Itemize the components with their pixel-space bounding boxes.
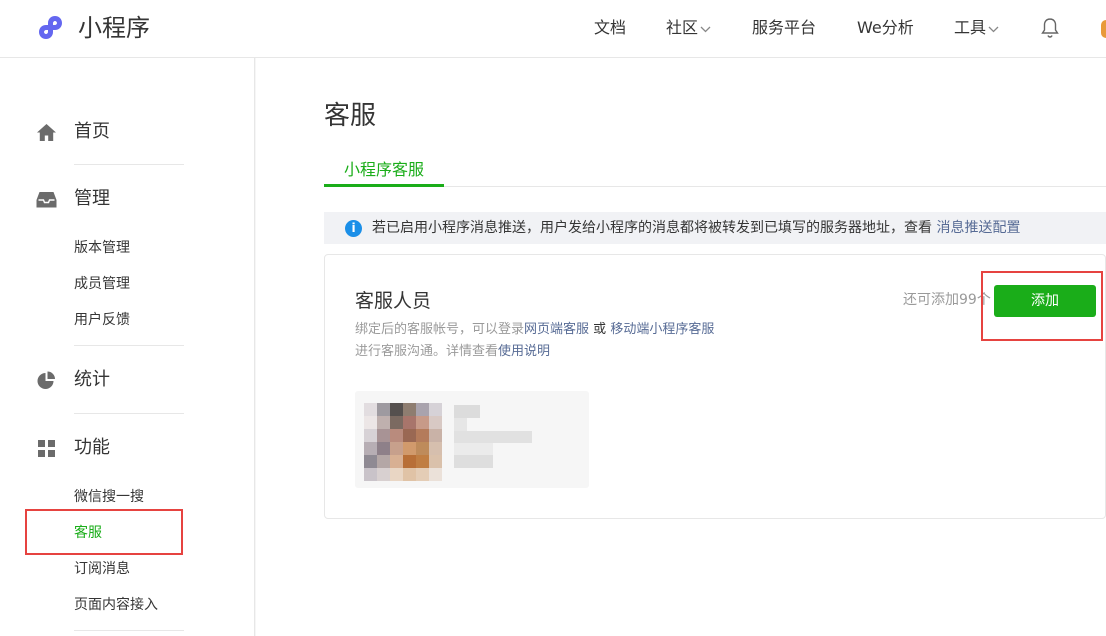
sidebar-item-label: 功能 bbox=[74, 437, 110, 458]
bell-icon[interactable] bbox=[1040, 17, 1060, 39]
logo-icon[interactable] bbox=[36, 12, 70, 44]
brand-name[interactable]: 小程序 bbox=[78, 12, 150, 44]
divider bbox=[74, 164, 184, 165]
sidebar-item-user-feedback[interactable]: 用户反馈 bbox=[74, 311, 130, 329]
sidebar: 首页 管理 版本管理 成员管理 用户反馈 统计 功能 微信搜一搜 客服 订阅消息… bbox=[0, 58, 255, 636]
desc-text: 进行客服沟通。详情查看 bbox=[355, 344, 499, 359]
card-description: 绑定后的客服帐号，可以登录网页端客服 或 移动端小程序客服 进行客服沟通。详情查… bbox=[355, 319, 714, 363]
main-content: 客服 小程序客服 i 若已启用小程序消息推送，用户发给小程序的消息都将被转发到已… bbox=[256, 58, 1106, 636]
divider bbox=[74, 630, 184, 631]
sidebar-item-page-content[interactable]: 页面内容接入 bbox=[74, 596, 158, 614]
sidebar-item-member-manage[interactable]: 成员管理 bbox=[74, 275, 130, 293]
home-icon bbox=[37, 124, 56, 141]
nav-tools-label: 工具 bbox=[954, 18, 987, 37]
desc-or: 或 bbox=[593, 322, 607, 337]
web-service-link[interactable]: 网页端客服 bbox=[524, 322, 589, 337]
sidebar-item-wechat-search[interactable]: 微信搜一搜 bbox=[74, 488, 144, 506]
page-title: 客服 bbox=[324, 101, 377, 131]
desc-line-2: 进行客服沟通。详情查看使用说明 bbox=[355, 341, 714, 363]
desc-text: 绑定后的客服帐号，可以登录 bbox=[355, 322, 525, 337]
notice-text: 若已启用小程序消息推送，用户发给小程序的消息都将被转发到已填写的服务器地址，查看… bbox=[372, 212, 1020, 244]
message-push-config-link[interactable]: 消息推送配置 bbox=[936, 220, 1020, 236]
sidebar-item-version-manage[interactable]: 版本管理 bbox=[74, 239, 130, 257]
info-icon: i bbox=[345, 220, 362, 237]
tab-mini-program-service[interactable]: 小程序客服 bbox=[324, 159, 444, 187]
quota-text: 还可添加99个 bbox=[903, 292, 991, 308]
nav-service-platform[interactable]: 服务平台 bbox=[752, 18, 816, 38]
inbox-icon bbox=[36, 192, 57, 208]
mobile-service-link[interactable]: 移动端小程序客服 bbox=[610, 322, 714, 337]
notice-banner: i 若已启用小程序消息推送，用户发给小程序的消息都将被转发到已填写的服务器地址，… bbox=[324, 212, 1106, 244]
customer-service-card: 客服人员 绑定后的客服帐号，可以登录网页端客服 或 移动端小程序客服 进行客服沟… bbox=[324, 254, 1106, 519]
top-bar: 小程序 文档 社区 服务平台 We分析 工具 bbox=[0, 0, 1106, 58]
highlight-box bbox=[25, 509, 183, 555]
member-item[interactable] bbox=[355, 391, 589, 488]
pie-chart-icon bbox=[37, 371, 55, 389]
usage-guide-link[interactable]: 使用说明 bbox=[498, 344, 550, 359]
grid-icon bbox=[38, 440, 55, 457]
sidebar-item-label: 管理 bbox=[74, 188, 110, 209]
card-title: 客服人员 bbox=[355, 290, 432, 312]
notice-message: 若已启用小程序消息推送，用户发给小程序的消息都将被转发到已填写的服务器地址，查看 bbox=[372, 220, 932, 236]
divider bbox=[74, 413, 184, 414]
avatar[interactable] bbox=[1101, 20, 1106, 38]
nav-we-analysis[interactable]: We分析 bbox=[857, 18, 914, 38]
sidebar-item-label: 首页 bbox=[74, 121, 110, 142]
nav-community[interactable]: 社区 bbox=[666, 18, 711, 38]
sidebar-item-subscribe-message[interactable]: 订阅消息 bbox=[74, 560, 130, 578]
divider bbox=[74, 345, 184, 346]
desc-line-1: 绑定后的客服帐号，可以登录网页端客服 或 移动端小程序客服 bbox=[355, 319, 714, 341]
add-button[interactable]: 添加 bbox=[994, 285, 1096, 317]
nav-tools[interactable]: 工具 bbox=[954, 18, 999, 38]
chevron-down-icon bbox=[700, 26, 711, 32]
chevron-down-icon bbox=[988, 26, 999, 32]
sidebar-item-label: 统计 bbox=[74, 369, 110, 390]
nav-community-label: 社区 bbox=[666, 18, 699, 37]
nav-docs[interactable]: 文档 bbox=[594, 18, 626, 38]
